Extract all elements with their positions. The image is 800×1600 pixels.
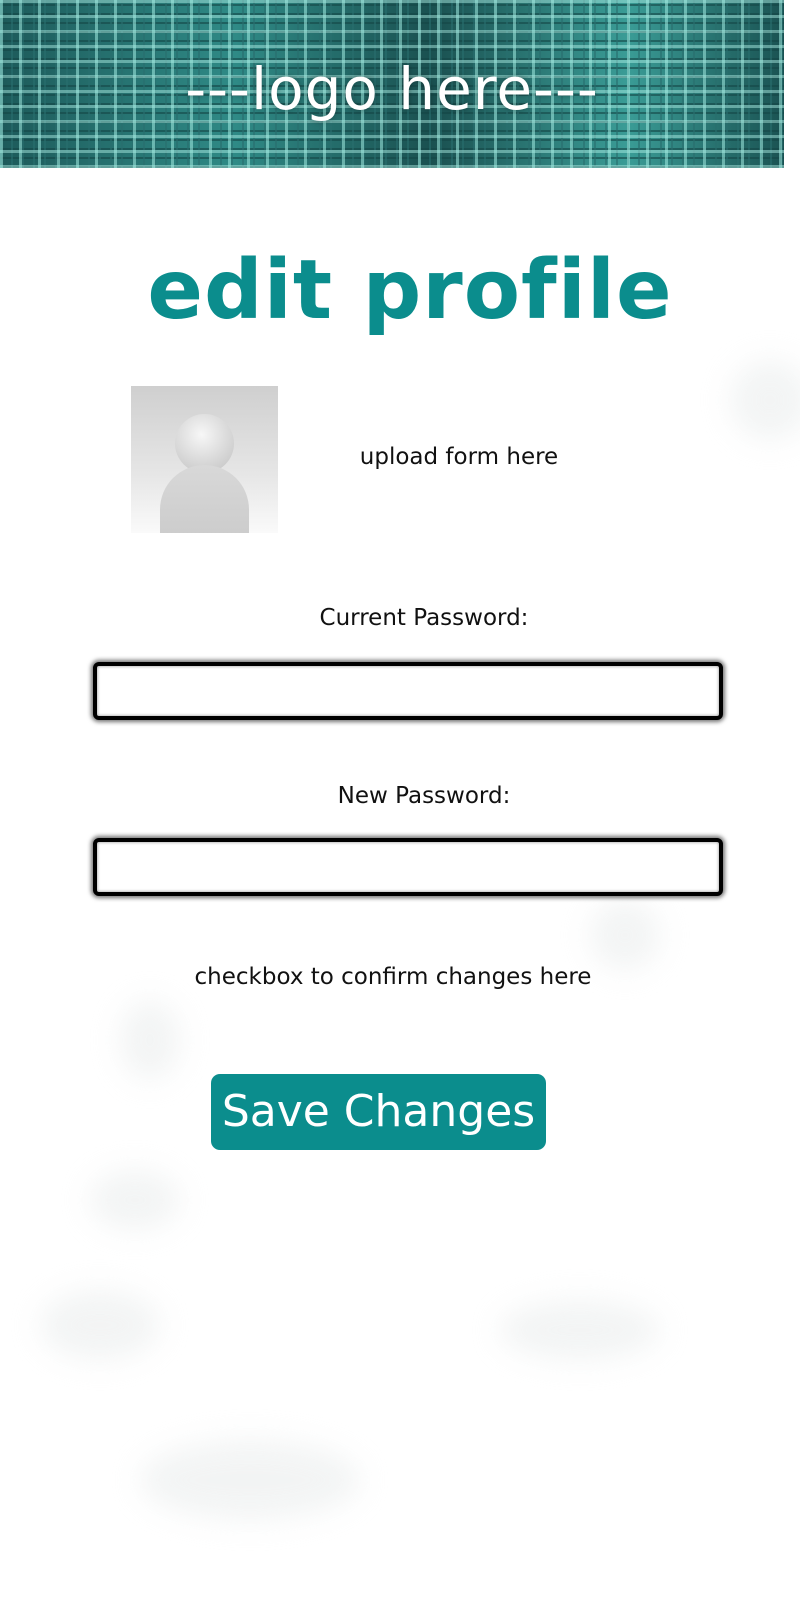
save-changes-button[interactable]: Save Changes — [211, 1074, 546, 1150]
confirm-changes-placeholder: checkbox to confirm changes here — [194, 964, 592, 990]
new-password-field[interactable] — [93, 838, 723, 896]
background-blob — [40, 1290, 160, 1360]
background-blob — [500, 1300, 660, 1360]
user-silhouette-body — [160, 465, 249, 533]
background-blob — [90, 1170, 180, 1230]
page-title: edit profile — [147, 243, 673, 338]
upload-form-placeholder: upload form here — [359, 444, 559, 470]
header-banner: ---logo here--- — [0, 0, 784, 168]
current-password-label: Current Password: — [319, 605, 529, 631]
new-password-label: New Password: — [337, 783, 511, 809]
background-blob — [120, 1000, 180, 1080]
background-blob — [140, 1440, 360, 1520]
background-blob — [590, 900, 660, 970]
background-blob — [730, 360, 800, 440]
avatar — [131, 386, 278, 533]
logo-placeholder: ---logo here--- — [185, 55, 599, 123]
current-password-field[interactable] — [93, 662, 723, 720]
